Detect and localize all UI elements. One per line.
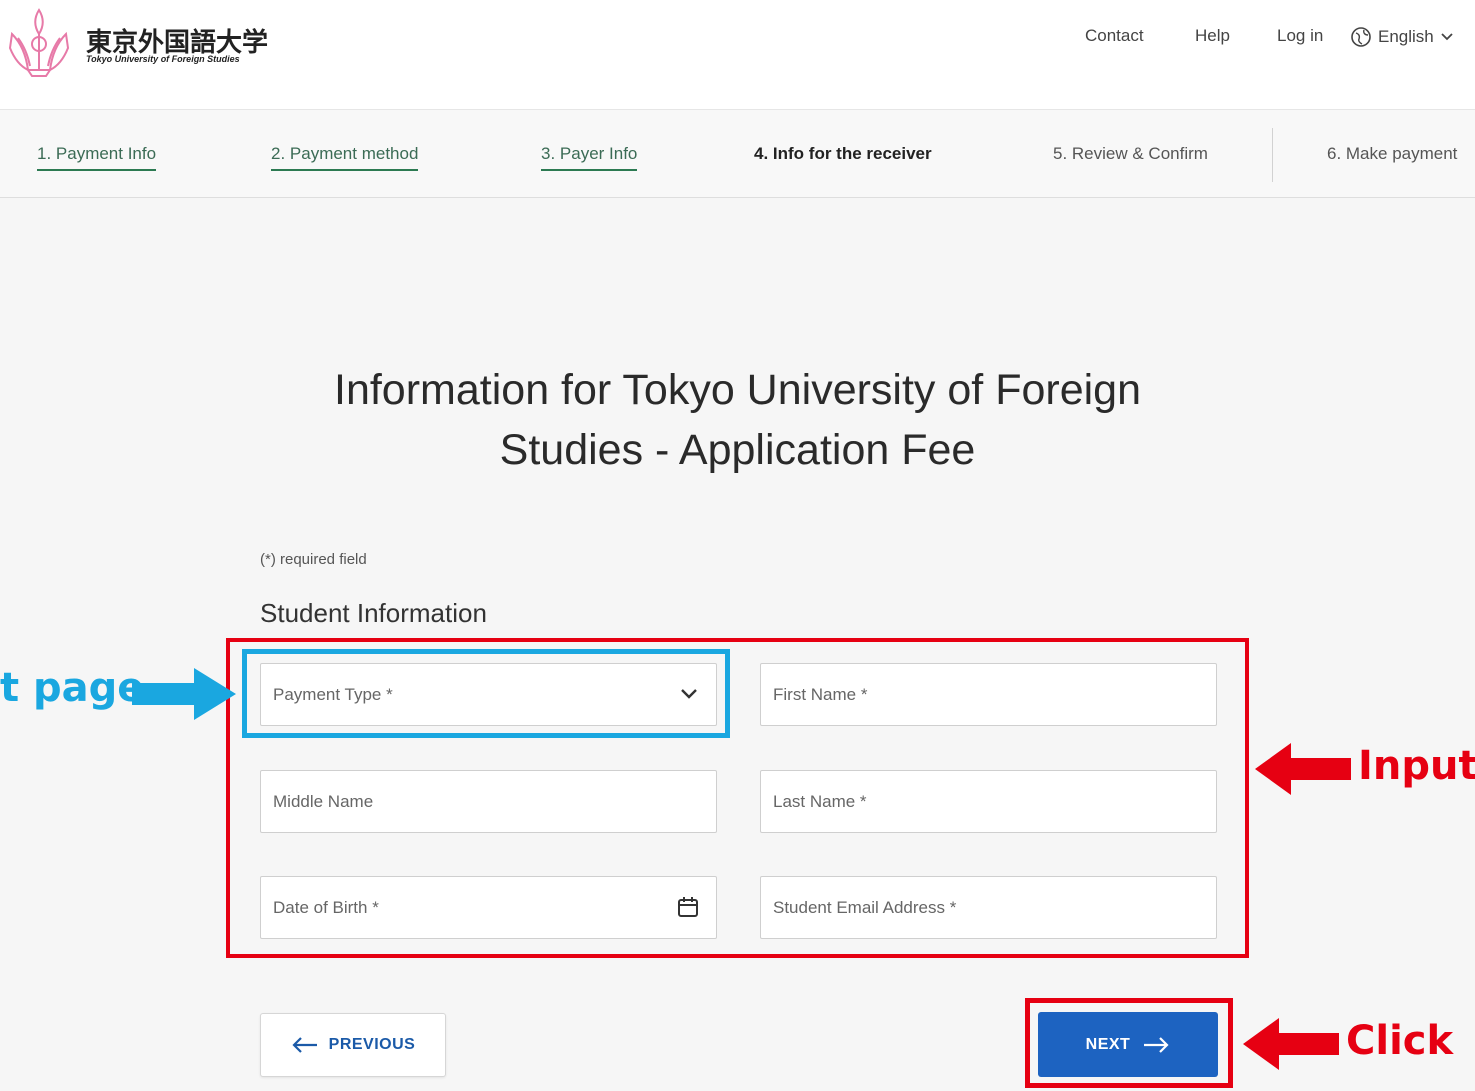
annotation-click-label: Click	[1346, 1018, 1454, 1064]
annotation-blue-arrow-icon	[132, 668, 236, 720]
stepper-divider	[1272, 128, 1273, 182]
nav-help-link[interactable]: Help	[1195, 26, 1230, 46]
step-review-confirm: 5. Review & Confirm	[1053, 144, 1208, 163]
step-payment-info[interactable]: 1. Payment Info	[37, 144, 157, 171]
language-selector[interactable]: English	[1350, 26, 1454, 48]
step-info-for-receiver: 4. Info for the receiver	[754, 144, 932, 163]
page-title: Information for Tokyo University of Fore…	[280, 360, 1195, 480]
step-payment-method[interactable]: 2. Payment method	[271, 144, 419, 171]
annotation-input-arrow-icon	[1255, 743, 1351, 795]
brand-name-english: Tokyo University of Foreign Studies	[86, 54, 240, 64]
progress-stepper: 1. Payment Info 2. Payment method 3. Pay…	[0, 110, 1475, 198]
nav-contact-link[interactable]: Contact	[1085, 26, 1144, 46]
annotation-next-box	[1025, 998, 1233, 1088]
step-make-payment: 6. Make payment	[1327, 144, 1458, 163]
previous-button-label: PREVIOUS	[328, 1036, 416, 1053]
nav-login-link[interactable]: Log in	[1277, 26, 1323, 46]
language-label: English	[1378, 27, 1434, 46]
page-title-line-2: Studies - Application Fee	[499, 426, 976, 474]
previous-button[interactable]: PREVIOUS	[260, 1013, 446, 1077]
required-field-note: (*) required field	[260, 551, 367, 568]
annotation-payment-type-box	[242, 649, 730, 738]
annotation-click-arrow-icon	[1243, 1018, 1339, 1070]
step-payer-info[interactable]: 3. Payer Info	[541, 144, 638, 171]
globe-icon	[1351, 27, 1371, 47]
site-header: 東京外国語大学 Tokyo University of Foreign Stud…	[0, 0, 1475, 110]
section-title-student-information: Student Information	[260, 598, 487, 628]
university-logo[interactable]	[6, 4, 72, 78]
page-title-line-1: Information for Tokyo University of Fore…	[334, 366, 1141, 414]
annotation-input-label: Input	[1358, 743, 1475, 789]
chevron-down-icon	[1441, 33, 1453, 41]
arrow-left-icon	[292, 1037, 317, 1053]
annotation-blue-label: t page	[0, 665, 145, 711]
